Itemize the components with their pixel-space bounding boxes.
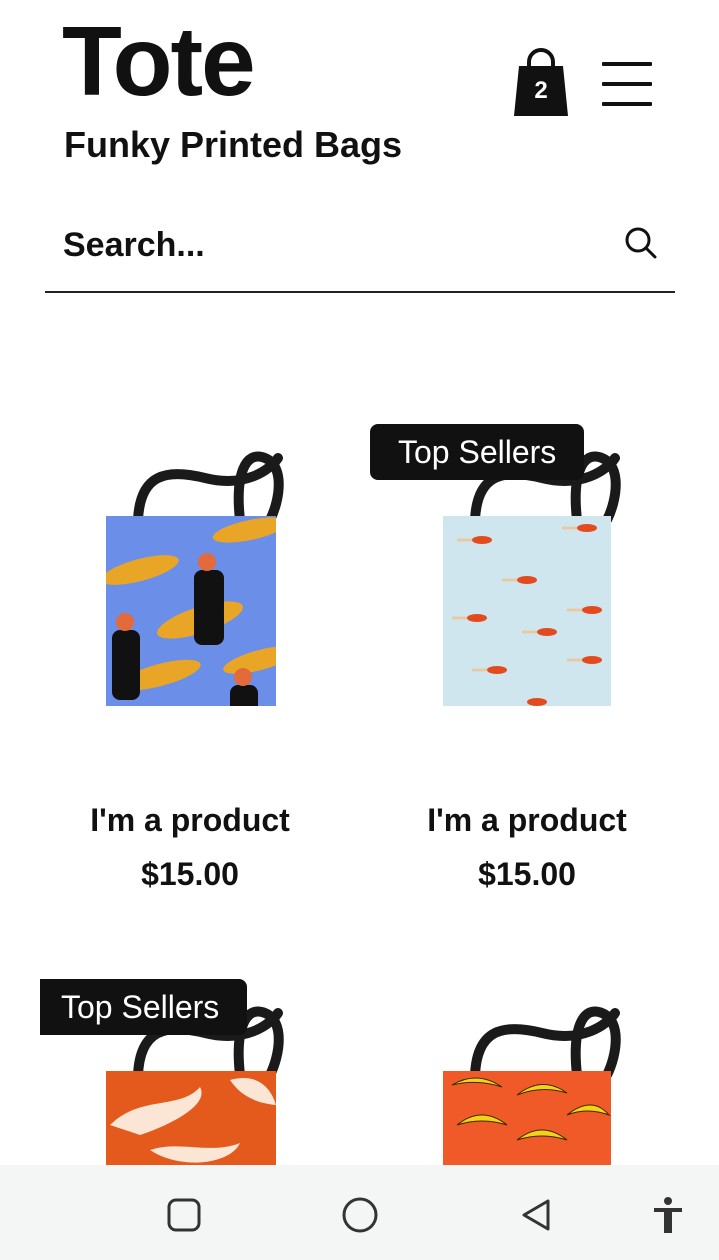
- hamburger-menu-button[interactable]: [600, 58, 656, 110]
- menu-line-icon: [602, 82, 652, 86]
- product-card[interactable]: [377, 975, 677, 1165]
- accessibility-icon[interactable]: [646, 1193, 690, 1237]
- search-icon[interactable]: [623, 225, 659, 261]
- search-bar: [45, 207, 675, 293]
- system-navigation-bar: [0, 1165, 719, 1260]
- product-price: $15.00: [478, 856, 576, 892]
- tagline: Funky Printed Bags: [64, 124, 403, 165]
- product-card[interactable]: I'm a product $15.00: [40, 420, 340, 900]
- top-sellers-badge: Top Sellers: [370, 424, 585, 480]
- menu-line-icon: [602, 62, 652, 66]
- triangle-back-icon[interactable]: [514, 1193, 558, 1237]
- product-name[interactable]: I'm a product: [377, 802, 677, 839]
- product-name[interactable]: I'm a product: [40, 802, 340, 839]
- square-recents-icon[interactable]: [162, 1193, 206, 1237]
- top-sellers-badge: Top Sellers: [40, 979, 248, 1035]
- circle-home-icon[interactable]: [338, 1193, 382, 1237]
- menu-line-icon: [602, 102, 652, 106]
- cart-button[interactable]: 2: [513, 46, 569, 118]
- product-card[interactable]: Top Sellers: [40, 975, 340, 1165]
- product-image: [106, 451, 284, 706]
- search-input[interactable]: [63, 223, 583, 267]
- product-price: $15.00: [141, 856, 239, 892]
- brand-title: Tote: [62, 6, 256, 116]
- cart-count-badge: 2: [534, 77, 548, 104]
- product-card[interactable]: Top Sellers I'm a product $15.00: [370, 420, 677, 900]
- product-image: [443, 1006, 621, 1165]
